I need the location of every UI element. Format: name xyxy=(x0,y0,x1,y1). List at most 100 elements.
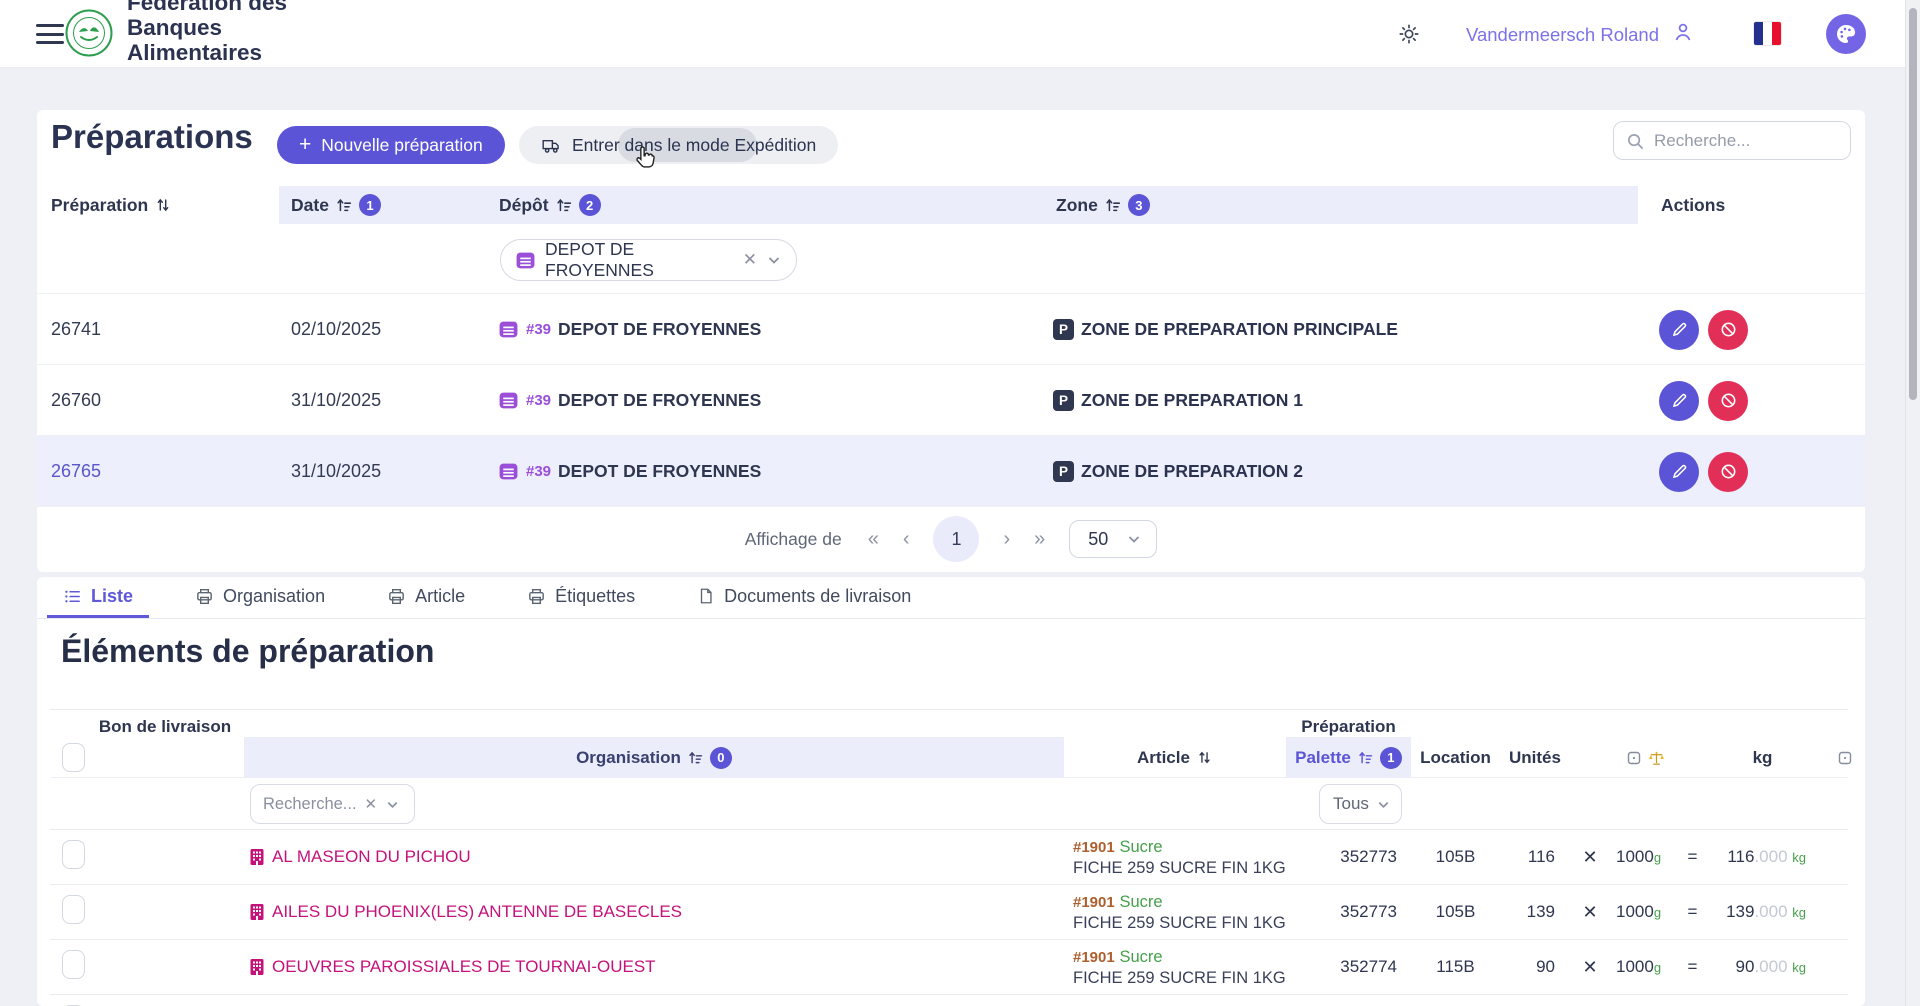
theme-sun-icon[interactable] xyxy=(1398,23,1420,45)
clear-filter-icon[interactable]: ✕ xyxy=(743,250,757,270)
prep-depot: #39 DEPOT DE FROYENNES xyxy=(487,436,1044,507)
row-checkbox[interactable] xyxy=(62,895,85,924)
chevron-down-icon xyxy=(1126,531,1142,547)
select-all-cell xyxy=(50,737,110,778)
menu-icon[interactable] xyxy=(36,24,64,44)
pencil-icon xyxy=(1670,391,1689,410)
depot-filter-chip[interactable]: DEPOT DE FROYENNES ✕ xyxy=(500,239,797,281)
select-all-checkbox[interactable] xyxy=(62,743,85,772)
prep-actions xyxy=(1638,365,1865,436)
clear-filter-icon[interactable]: ✕ xyxy=(365,795,378,813)
prep-date: 31/10/2025 xyxy=(279,365,487,436)
brand-name: Fédération des Banques Alimentaires xyxy=(127,0,295,66)
prep-zone: P ZONE DE PREPARATION 1 xyxy=(1044,365,1638,436)
location-cell: 105B xyxy=(1411,847,1500,867)
cancel-button[interactable] xyxy=(1708,381,1748,421)
prep-date: 31/10/2025 xyxy=(279,436,487,507)
organisation-link[interactable]: OEUVRES PAROISSIALES DE TOURNAI-OUEST xyxy=(272,957,656,977)
sort-asc-icon xyxy=(1104,196,1122,214)
scrollbar-thumb[interactable] xyxy=(1909,8,1917,400)
current-page[interactable]: 1 xyxy=(933,516,979,562)
group-preparation: Préparation xyxy=(1286,717,1411,737)
element-row[interactable]: OEUVRES PAROISSIALES DE TOURNAI-OUEST #1… xyxy=(50,940,1848,995)
pencil-icon xyxy=(1670,320,1689,339)
edit-button[interactable] xyxy=(1659,310,1699,350)
unit-weight-cell: 1000g xyxy=(1610,957,1675,977)
sort-order-badge: 1 xyxy=(359,194,381,216)
language-flag-fr[interactable] xyxy=(1754,22,1781,45)
sort-asc-icon xyxy=(1357,749,1374,766)
cancel-button[interactable] xyxy=(1708,452,1748,492)
column-palette[interactable]: Palette 1 xyxy=(1286,737,1411,778)
sort-both-icon xyxy=(1196,749,1213,766)
edit-button[interactable] xyxy=(1659,381,1699,421)
building-icon xyxy=(250,903,264,921)
column-unites[interactable]: Unités xyxy=(1500,737,1570,778)
pencil-icon xyxy=(1670,462,1689,481)
column-organisation[interactable]: Organisation 0 xyxy=(244,737,1064,778)
page-size-select[interactable]: 50 xyxy=(1069,520,1157,558)
column-kg[interactable]: kg xyxy=(1710,737,1815,778)
row-checkbox[interactable] xyxy=(62,840,85,869)
column-article[interactable]: Article xyxy=(1064,737,1286,778)
column-location[interactable]: Location xyxy=(1411,737,1500,778)
organisation-filter[interactable]: Recherche... ✕ xyxy=(250,784,415,824)
elements-table: Bon de livraison Préparation Organisatio… xyxy=(50,709,1848,1006)
tab-liste[interactable]: Liste xyxy=(47,577,149,618)
unites-cell: 139 xyxy=(1500,902,1570,922)
tab-etiquettes[interactable]: Étiquettes xyxy=(511,577,651,618)
select-column-icon[interactable] xyxy=(1838,750,1852,770)
tab-article[interactable]: Article xyxy=(371,577,481,618)
sort-order-badge: 3 xyxy=(1128,194,1150,216)
column-preparation[interactable]: Préparation xyxy=(37,186,279,224)
preparation-row[interactable]: 26741 02/10/2025 #39 DEPOT DE FROYENNES … xyxy=(37,294,1865,365)
brand-logo xyxy=(64,8,114,58)
theme-palette-button[interactable] xyxy=(1826,14,1866,54)
column-zone[interactable]: Zone 3 xyxy=(1044,186,1638,224)
warehouse-icon xyxy=(498,319,519,340)
preparations-card: Préparations + Nouvelle préparation Entr… xyxy=(37,110,1865,572)
tab-documents-livraison[interactable]: Documents de livraison xyxy=(681,577,927,618)
column-date[interactable]: Date 1 xyxy=(279,186,487,224)
new-preparation-button[interactable]: + Nouvelle préparation xyxy=(277,126,505,164)
column-actions: Actions xyxy=(1638,186,1865,224)
chevron-down-icon[interactable] xyxy=(766,252,782,268)
organisation-link[interactable]: AILES DU PHOENIX(LES) ANTENNE DE BASECLE… xyxy=(272,902,682,922)
preparation-row-selected[interactable]: 26765 31/10/2025 #39 DEPOT DE FROYENNES … xyxy=(37,436,1865,507)
element-row[interactable]: AILES DU PHOENIX(LES) ANTENNE DE BASECLE… xyxy=(50,885,1848,940)
zone-icon: P xyxy=(1053,319,1074,340)
expedition-mode-button[interactable]: Entrer dans le mode Expédition xyxy=(519,126,838,164)
spacer-cell xyxy=(110,737,244,778)
prep-zone: P ZONE DE PREPARATION 2 xyxy=(1044,436,1638,507)
element-row[interactable]: AL MASEON DU PICHOU #1901 Sucre FICHE 25… xyxy=(50,830,1848,885)
prep-id: 26741 xyxy=(37,294,279,365)
next-page-button[interactable]: › xyxy=(1003,528,1010,551)
prev-page-button[interactable]: ‹ xyxy=(903,528,910,551)
column-depot[interactable]: Dépôt 2 xyxy=(487,186,1044,224)
organisation-link[interactable]: AL MASEON DU PICHOU xyxy=(272,847,471,867)
first-page-button[interactable]: « xyxy=(868,528,879,551)
preparation-row[interactable]: 26760 31/10/2025 #39 DEPOT DE FROYENNES … xyxy=(37,365,1865,436)
top-header: Fédération des Banques Alimentaires Vand… xyxy=(0,0,1920,68)
last-page-button[interactable]: » xyxy=(1034,528,1045,551)
tab-organisation[interactable]: Organisation xyxy=(179,577,341,618)
organisation-cell: OEUVRES PAROISSIALES DE TOURNAI-OUEST xyxy=(244,957,1064,977)
select-column-icon[interactable] xyxy=(1627,750,1641,770)
prep-actions xyxy=(1638,294,1865,365)
chevron-down-icon[interactable] xyxy=(385,797,400,812)
article-filter-select[interactable]: Tous xyxy=(1319,784,1402,824)
spacer-cell xyxy=(1610,737,1675,778)
organisation-cell: AILES DU PHOENIX(LES) ANTENNE DE BASECLE… xyxy=(244,902,1064,922)
row-checkbox[interactable] xyxy=(62,950,85,979)
element-row-partial[interactable]: #1901 Sucre xyxy=(50,995,1848,1006)
user-menu[interactable]: Vandermeersch Roland xyxy=(1466,20,1695,49)
zone-icon: P xyxy=(1053,390,1074,411)
cancel-button[interactable] xyxy=(1708,310,1748,350)
weighing-scale-icon[interactable] xyxy=(1648,750,1665,772)
edit-button[interactable] xyxy=(1659,452,1699,492)
chevron-down-icon xyxy=(1376,797,1391,812)
page-scrollbar[interactable] xyxy=(1905,0,1920,1006)
unites-cell: 116 xyxy=(1500,847,1570,867)
warehouse-icon xyxy=(498,390,519,411)
search-input[interactable] xyxy=(1654,122,1844,159)
